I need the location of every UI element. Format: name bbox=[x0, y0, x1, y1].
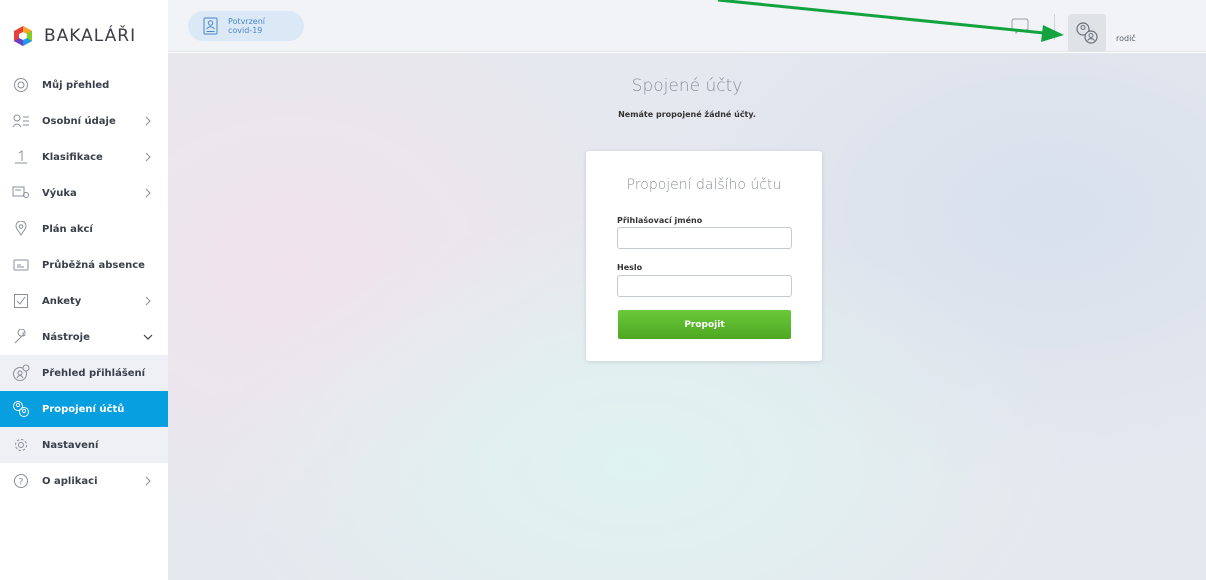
sidebar-item-label: Osobní údaje bbox=[42, 115, 116, 127]
chevron-down-icon bbox=[143, 334, 153, 340]
sidebar-item-label: O aplikaci bbox=[42, 475, 98, 487]
top-bar: Potvrzení covid-19 rodič bbox=[168, 0, 1206, 52]
sidebar-item-label: Průběžná absence bbox=[42, 259, 145, 271]
checkbox-icon bbox=[11, 291, 31, 311]
sidebar-item-label: Klasifikace bbox=[42, 151, 103, 163]
sidebar-item-o-aplikaci[interactable]: ? O aplikaci bbox=[0, 463, 168, 499]
svg-text:?: ? bbox=[19, 478, 24, 488]
sidebar: BAKALÁŘI Můj přehled Osobní údaje Klasif… bbox=[0, 0, 168, 580]
topbar-divider bbox=[1054, 14, 1055, 40]
gear-icon bbox=[11, 435, 31, 455]
grade-icon bbox=[11, 147, 31, 167]
chevron-right-icon bbox=[145, 152, 151, 162]
chevron-right-icon bbox=[145, 188, 151, 198]
page-subtitle: Nemáte propojené žádné účty. bbox=[618, 110, 756, 119]
login-history-icon bbox=[11, 363, 31, 383]
sidebar-item-muj-prehled[interactable]: Můj přehled bbox=[0, 67, 168, 103]
sidebar-item-label: Nastavení bbox=[42, 439, 99, 451]
username-input[interactable] bbox=[617, 227, 792, 249]
covid-label-line2: covid-19 bbox=[228, 26, 263, 35]
logo-text: BAKALÁŘI bbox=[44, 26, 137, 46]
page-title: Spojené účty bbox=[631, 76, 743, 96]
chevron-right-icon bbox=[145, 116, 151, 126]
username-label: Přihlašovací jméno bbox=[617, 216, 703, 225]
password-input[interactable] bbox=[617, 275, 792, 297]
linked-accounts-icon bbox=[1076, 22, 1098, 44]
person-card-icon bbox=[11, 111, 31, 131]
bakalari-logo-icon bbox=[14, 26, 32, 46]
document-person-icon bbox=[203, 17, 218, 35]
sidebar-item-nastroje[interactable]: Nástroje bbox=[0, 319, 168, 355]
form-title: Propojení dalšího účtu bbox=[626, 177, 782, 193]
sidebar-item-prehled-prihlaseni[interactable]: Přehled přihlášení bbox=[0, 355, 168, 391]
sidebar-item-label: Plán akcí bbox=[42, 223, 93, 235]
help-icon: ? bbox=[11, 471, 31, 491]
password-label: Heslo bbox=[617, 263, 643, 272]
link-account-form: Propojení dalšího účtu Přihlašovací jmén… bbox=[586, 151, 822, 361]
sidebar-item-nastaveni[interactable]: Nastavení bbox=[0, 427, 168, 463]
wrench-icon bbox=[11, 327, 31, 347]
chevron-right-icon bbox=[145, 296, 151, 306]
sidebar-item-label: Propojení účtů bbox=[42, 403, 125, 415]
user-accounts-button[interactable] bbox=[1068, 14, 1106, 52]
dashboard-icon bbox=[11, 75, 31, 95]
app-logo[interactable]: BAKALÁŘI bbox=[12, 22, 136, 50]
sidebar-item-ankety[interactable]: Ankety bbox=[0, 283, 168, 319]
covid-label: Potvrzení covid-19 bbox=[228, 17, 265, 35]
sidebar-item-osobni-udaje[interactable]: Osobní údaje bbox=[0, 103, 168, 139]
covid-confirmation-button[interactable]: Potvrzení covid-19 bbox=[188, 11, 304, 41]
sidebar-item-label: Výuka bbox=[42, 187, 77, 199]
sidebar-item-klasifikace[interactable]: Klasifikace bbox=[0, 139, 168, 175]
link-account-button[interactable]: Propojit bbox=[618, 310, 791, 339]
chat-icon[interactable] bbox=[1011, 18, 1029, 34]
sidebar-item-vyuka[interactable]: Výuka bbox=[0, 175, 168, 211]
user-role: rodič bbox=[1116, 34, 1136, 43]
sidebar-item-label: Nástroje bbox=[42, 331, 90, 343]
main-content: Spojené účty Nemáte propojené žádné účty… bbox=[168, 53, 1206, 580]
sidebar-item-prubezna-absence[interactable]: Průběžná absence bbox=[0, 247, 168, 283]
sidebar-nav: Můj přehled Osobní údaje Klasifikace Výu… bbox=[0, 67, 168, 499]
sidebar-item-label: Můj přehled bbox=[42, 79, 110, 91]
teaching-icon bbox=[11, 183, 31, 203]
covid-label-line1: Potvrzení bbox=[228, 17, 266, 26]
sidebar-item-propojeni-uctu[interactable]: Propojení účtů bbox=[0, 391, 168, 427]
sidebar-item-label: Přehled přihlášení bbox=[42, 367, 146, 379]
linked-accounts-icon bbox=[11, 399, 31, 419]
chevron-right-icon bbox=[145, 476, 151, 486]
location-pin-icon bbox=[11, 219, 31, 239]
sidebar-item-plan-akci[interactable]: Plán akcí bbox=[0, 211, 168, 247]
sidebar-item-label: Ankety bbox=[42, 295, 82, 307]
absence-icon bbox=[11, 255, 31, 275]
